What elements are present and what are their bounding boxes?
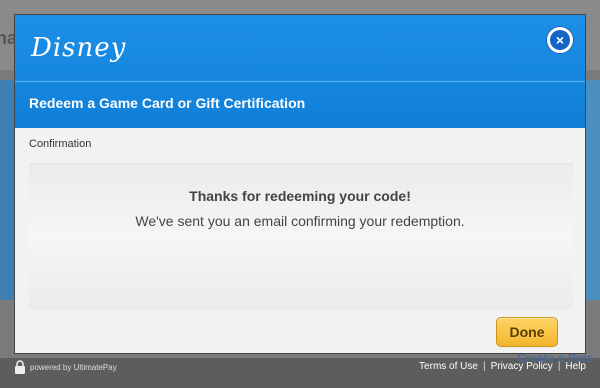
confirmation-panel xyxy=(29,163,573,309)
close-button[interactable]: × xyxy=(547,27,573,53)
modal-title: Redeem a Game Card or Gift Certification xyxy=(29,95,306,111)
done-button[interactable]: Done xyxy=(496,317,558,347)
help-link[interactable]: Help xyxy=(565,361,586,372)
link-separator: | xyxy=(557,361,561,372)
terms-of-use-link[interactable]: Terms of Use xyxy=(419,361,478,372)
redeem-modal: Disney × Redeem a Game Card or Gift Cert… xyxy=(14,14,586,354)
disney-logo: Disney xyxy=(31,33,127,63)
background-right-band xyxy=(584,80,600,300)
modal-header: Disney × Redeem a Game Card or Gift Cert… xyxy=(15,15,585,128)
privacy-policy-link[interactable]: Privacy Policy xyxy=(491,361,553,372)
step-label: Confirmation xyxy=(29,138,92,150)
footer-links: Terms of Use | Privacy Policy | Help xyxy=(419,361,586,372)
header-divider xyxy=(15,81,585,82)
lock-icon xyxy=(15,360,25,374)
modal-footer: powered by UltimatePay Terms of Use | Pr… xyxy=(14,357,586,377)
link-separator: | xyxy=(482,361,486,372)
confirmation-heading: Thanks for redeeming your code! xyxy=(189,188,411,204)
powered-by-text: powered by UltimatePay xyxy=(30,363,117,372)
close-icon: × xyxy=(550,30,570,50)
confirmation-message: We've sent you an email confirming your … xyxy=(135,213,465,229)
